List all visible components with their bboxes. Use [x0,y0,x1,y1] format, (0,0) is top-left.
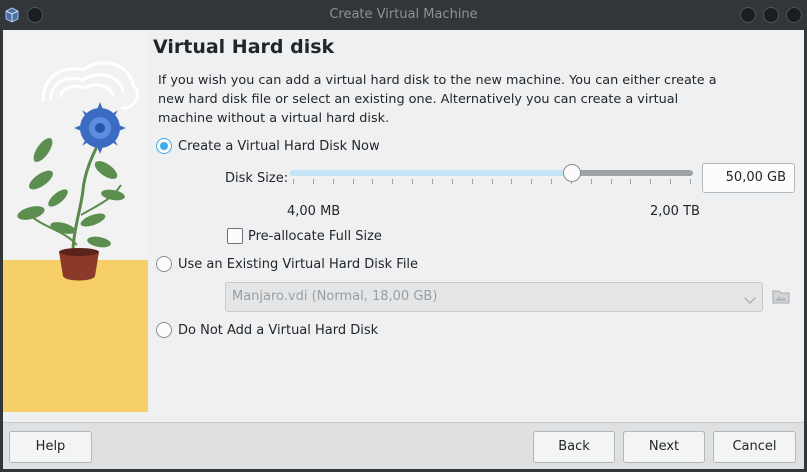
disk-size-slider[interactable] [290,170,693,176]
slider-tick [690,179,691,184]
slider-tick [293,179,294,184]
slider-tick [551,179,553,184]
plant-illustration [3,30,148,412]
slider-tick [312,179,314,184]
slider-handle[interactable] [563,164,582,182]
existing-disk-value: Manjaro.vdi (Normal, 18,00 GB) [232,289,438,304]
slider-tick [412,179,414,184]
disk-size-input[interactable]: 50,00 GB [702,163,795,193]
chevron-down-icon [744,292,756,304]
button-bar: Help Back Next Cancel [3,422,804,469]
folder-open-icon[interactable] [771,286,791,306]
preallocate-checkbox[interactable] [227,228,243,244]
minimize-icon[interactable] [740,7,756,23]
slider-tick [372,179,374,184]
use-existing-disk-label[interactable]: Use an Existing Virtual Hard Disk File [178,257,418,272]
slider-tick [531,179,533,184]
maximize-icon[interactable] [763,7,779,23]
slider-max-label: 2,00 TB [650,204,700,219]
close-icon[interactable] [786,7,802,23]
slider-tick [650,179,652,184]
create-disk-now-label[interactable]: Create a Virtual Hard Disk Now [178,139,380,154]
slider-tick [471,179,473,184]
window-title: Create Virtual Machine [329,7,478,22]
slider-tick [352,179,354,184]
back-button[interactable]: Back [533,431,615,463]
slider-tick [491,179,493,184]
slider-min-label: 4,00 MB [287,204,341,219]
page-title: Virtual Hard disk [153,36,335,58]
title-bar[interactable]: Create Virtual Machine [0,0,807,30]
cancel-button[interactable]: Cancel [713,431,796,463]
slider-tick [610,179,612,184]
no-disk-label[interactable]: Do Not Add a Virtual Hard Disk [178,323,378,338]
help-button[interactable]: Help [9,431,92,463]
next-button[interactable]: Next [623,431,705,463]
slider-tick [332,179,334,184]
slider-tick [590,179,592,184]
preallocate-label[interactable]: Pre-allocate Full Size [248,229,382,244]
slider-tick [511,179,513,184]
slider-tick [670,179,672,184]
slider-tick [431,179,433,184]
create-vm-window: Create Virtual Machine Virtual Hard disk… [0,0,807,472]
slider-tick [451,179,453,184]
no-disk-radio[interactable] [156,322,172,338]
disk-size-label: Disk Size: [225,171,289,186]
create-disk-now-radio[interactable] [156,138,172,154]
slider-fill [290,170,573,176]
use-existing-disk-radio[interactable] [156,256,172,272]
page-description: If you wish you can add a virtual hard d… [158,73,717,126]
slider-tick [392,179,394,184]
existing-disk-select[interactable]: Manjaro.vdi (Normal, 18,00 GB) [225,282,763,312]
slider-tick [630,179,632,184]
wizard-page: Virtual Hard disk If you wish you can ad… [3,30,804,422]
